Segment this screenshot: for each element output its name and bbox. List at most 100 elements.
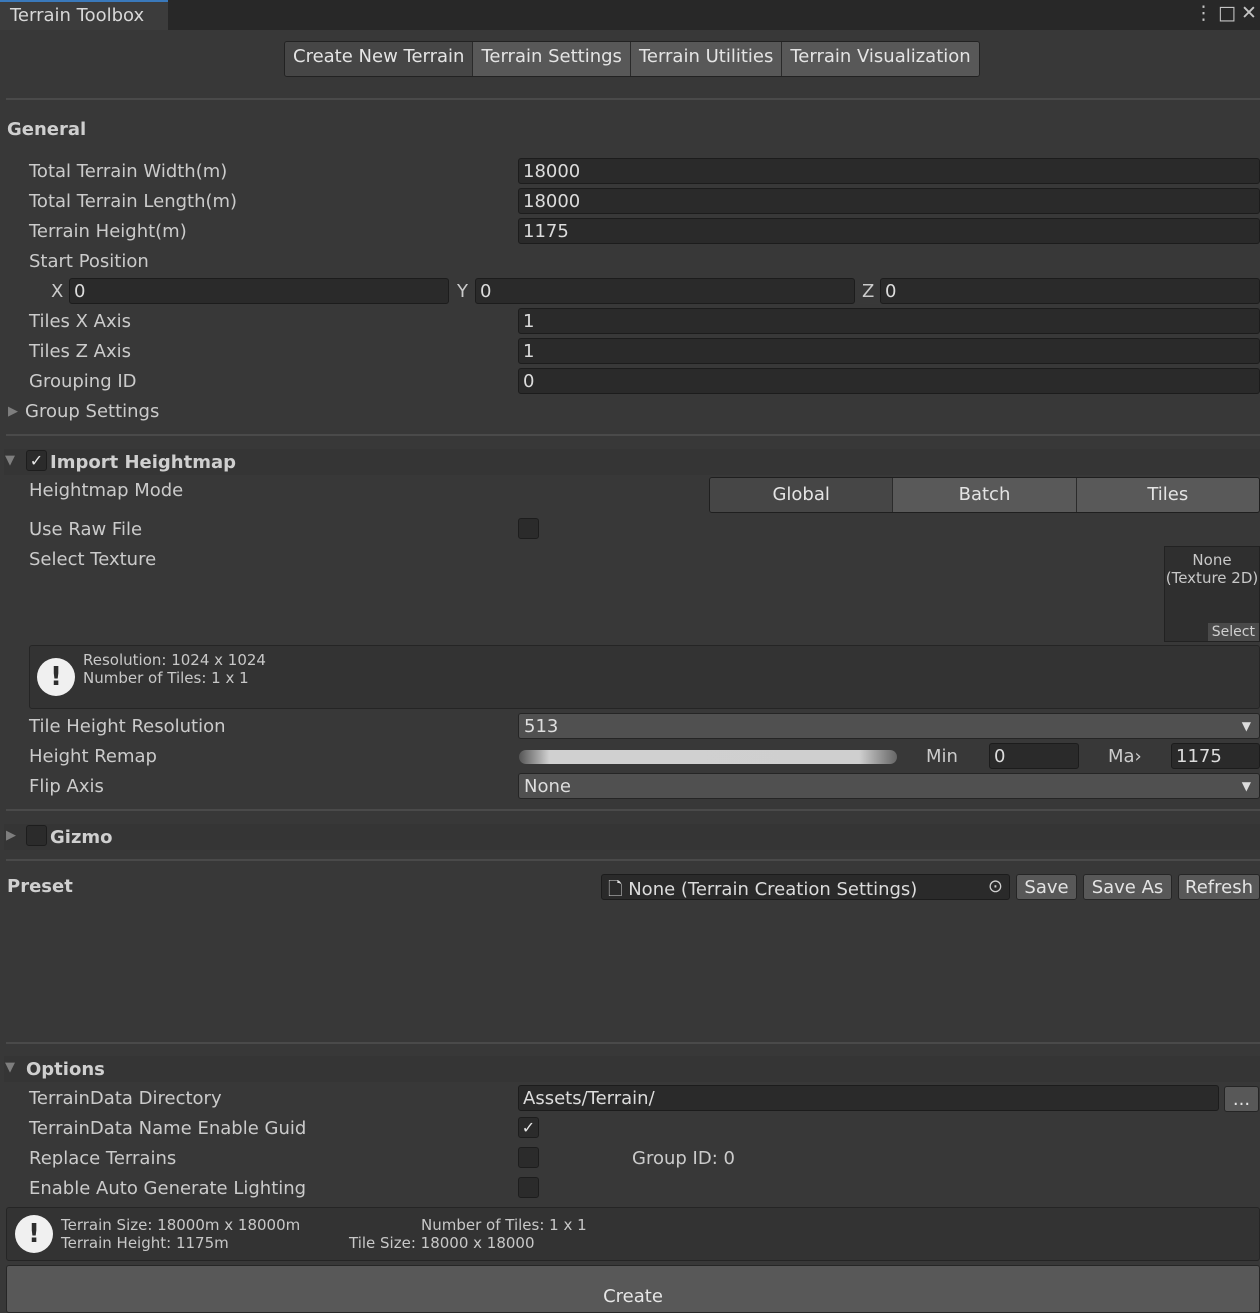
use-raw-file-label: Use Raw File — [29, 519, 143, 540]
height-remap-label: Height Remap — [29, 746, 157, 767]
min-label: Min — [926, 746, 958, 767]
width-label: Total Terrain Width(m) — [29, 161, 228, 182]
flip-axis-label: Flip Axis — [29, 776, 104, 797]
z-label: Z — [862, 281, 875, 302]
enable-guid-checkbox[interactable]: ✓ — [518, 1117, 539, 1138]
tiles-z-label: Tiles Z Axis — [29, 341, 132, 362]
general-header: General — [7, 119, 87, 140]
preset-save-button[interactable]: Save — [1016, 874, 1077, 900]
divider — [6, 859, 1260, 861]
tile-size-text: Tile Size: 18000 x 18000 — [349, 1234, 535, 1252]
remap-max-field[interactable]: 1175 — [1171, 743, 1260, 769]
flip-axis-dropdown[interactable]: None ▼ — [518, 773, 1260, 799]
height-remap-slider[interactable] — [519, 750, 897, 764]
preset-value: None (Terrain Creation Settings) — [628, 879, 918, 900]
number-of-tiles-text: Number of Tiles: 1 x 1 — [421, 1216, 587, 1234]
options-section-band — [4, 1056, 1260, 1082]
x-label: X — [51, 281, 64, 302]
foldout-arrow-icon[interactable]: ▶ — [6, 828, 16, 843]
select-texture-label: Select Texture — [29, 549, 157, 570]
replace-terrains-label: Replace Terrains — [29, 1148, 177, 1169]
tab-terrain-utilities[interactable]: Terrain Utilities — [630, 42, 783, 76]
dropdown-arrow-icon: ▼ — [1241, 719, 1251, 733]
browse-directory-button[interactable]: ... — [1224, 1086, 1259, 1112]
length-label: Total Terrain Length(m) — [29, 191, 238, 212]
group-id-text: Group ID: 0 — [632, 1148, 735, 1169]
terrain-size-text: Terrain Size: 18000m x 18000m — [61, 1216, 301, 1234]
checkmark-icon: ✓ — [29, 451, 44, 470]
group-settings-foldout[interactable]: Group Settings — [25, 401, 159, 422]
start-x-field[interactable]: 0 — [69, 278, 449, 304]
y-label: Y — [457, 281, 468, 302]
options-header[interactable]: Options — [26, 1059, 105, 1080]
start-z-field[interactable]: 0 — [880, 278, 1260, 304]
divider — [6, 98, 1260, 100]
start-y-field[interactable]: 0 — [475, 278, 855, 304]
divider — [6, 434, 1260, 436]
preset-object-field[interactable]: 🗋 None (Terrain Creation Settings) ⊙ — [601, 874, 1010, 900]
import-heightmap-checkbox[interactable]: ✓ — [26, 450, 47, 471]
maximize-icon[interactable]: □ — [1218, 3, 1236, 23]
foldout-arrow-icon[interactable]: ▼ — [5, 1060, 15, 1075]
tiles-x-field[interactable]: 1 — [518, 308, 1260, 334]
texture-picker[interactable]: None (Texture 2D) Select — [1164, 546, 1260, 642]
resolution-text: Resolution: 1024 x 1024 — [83, 651, 266, 669]
mode-batch-button[interactable]: Batch — [893, 478, 1077, 512]
texture-type-text: (Texture 2D) — [1165, 569, 1259, 587]
gizmo-checkbox[interactable] — [26, 825, 47, 846]
info-icon: ! — [15, 1215, 53, 1253]
max-label: Ma› — [1108, 746, 1142, 767]
tile-height-resolution-dropdown[interactable]: 513 ▼ — [518, 713, 1260, 739]
window-tab[interactable]: Terrain Toolbox — [0, 0, 168, 30]
tiles-z-field[interactable]: 1 — [518, 338, 1260, 364]
preset-label: Preset — [7, 876, 73, 897]
mode-global-button[interactable]: Global — [710, 478, 894, 512]
foldout-arrow-icon[interactable]: ▶ — [8, 404, 18, 419]
auto-lighting-checkbox[interactable] — [518, 1177, 539, 1198]
tiles-count-text: Number of Tiles: 1 x 1 — [83, 669, 249, 687]
document-icon: 🗋 — [608, 879, 623, 900]
kebab-menu-icon[interactable]: ⋮ — [1194, 3, 1213, 23]
remap-min-field[interactable]: 0 — [989, 743, 1079, 769]
heightmap-mode-toggle: Global Batch Tiles — [709, 477, 1260, 513]
tile-height-resolution-label: Tile Height Resolution — [29, 716, 226, 737]
summary-helpbox: ! Terrain Size: 18000m x 18000m Terrain … — [6, 1207, 1260, 1261]
toolbar-tabs: Create New Terrain Terrain Settings Terr… — [284, 41, 980, 77]
tab-terrain-settings[interactable]: Terrain Settings — [473, 42, 631, 76]
terraindata-directory-label: TerrainData Directory — [29, 1088, 222, 1109]
tile-height-resolution-value: 513 — [524, 716, 559, 737]
length-field[interactable]: 18000 — [518, 188, 1260, 214]
resolution-helpbox: ! Resolution: 1024 x 1024 Number of Tile… — [29, 645, 1260, 709]
info-icon: ! — [37, 658, 75, 696]
grouping-id-label: Grouping ID — [29, 371, 137, 392]
close-icon[interactable]: ✕ — [1241, 3, 1257, 23]
object-picker-icon[interactable]: ⊙ — [988, 876, 1003, 897]
mode-tiles-button[interactable]: Tiles — [1076, 478, 1259, 512]
tab-create-new-terrain[interactable]: Create New Terrain — [285, 42, 474, 76]
tab-terrain-visualization[interactable]: Terrain Visualization — [782, 42, 979, 76]
flip-axis-value: None — [524, 776, 571, 797]
start-position-label: Start Position — [29, 251, 149, 272]
height-field[interactable]: 1175 — [518, 218, 1260, 244]
checkmark-icon: ✓ — [521, 1118, 536, 1137]
grouping-id-field[interactable]: 0 — [518, 368, 1260, 394]
auto-lighting-label: Enable Auto Generate Lighting — [29, 1178, 307, 1199]
preset-save-as-button[interactable]: Save As — [1083, 874, 1172, 900]
width-field[interactable]: 18000 — [518, 158, 1260, 184]
divider — [6, 1042, 1260, 1044]
gizmo-header: Gizmo — [50, 827, 113, 848]
terraindata-directory-field[interactable]: Assets/Terrain/ — [518, 1085, 1219, 1111]
replace-terrains-checkbox[interactable] — [518, 1147, 539, 1168]
gizmo-section-band — [4, 824, 1260, 850]
texture-none-text: None — [1192, 551, 1232, 569]
use-raw-file-checkbox[interactable] — [518, 518, 539, 539]
tiles-x-label: Tiles X Axis — [29, 311, 132, 332]
foldout-arrow-icon[interactable]: ▼ — [5, 453, 15, 468]
preset-refresh-button[interactable]: Refresh — [1178, 874, 1260, 900]
texture-select-button[interactable]: Select — [1207, 623, 1259, 641]
import-heightmap-header: Import Heightmap — [50, 452, 236, 473]
height-label: Terrain Height(m) — [29, 221, 187, 242]
terrain-height-text: Terrain Height: 1175m — [61, 1234, 229, 1252]
create-button[interactable]: Create — [6, 1265, 1260, 1313]
window-titlebar — [0, 0, 1260, 30]
